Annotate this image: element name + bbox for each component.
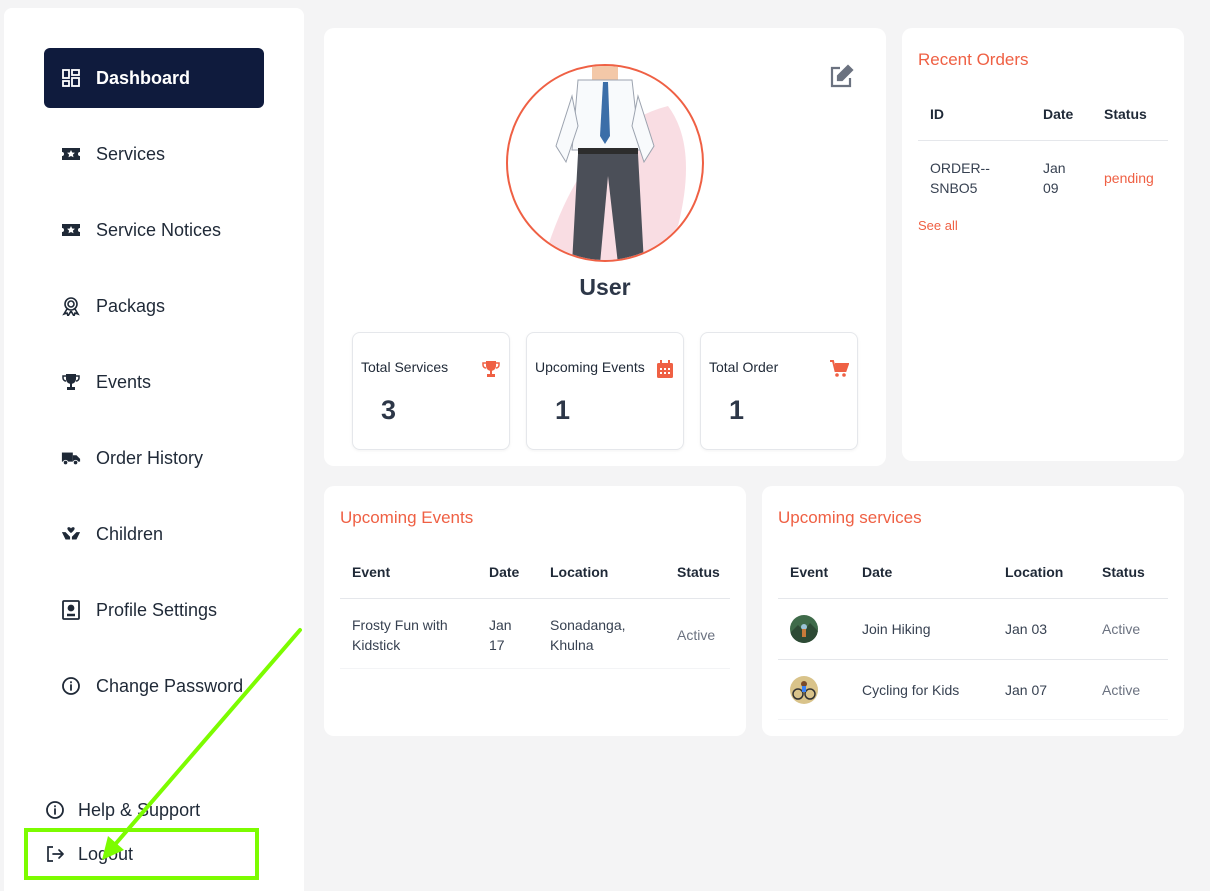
award-ribbon-icon: [60, 295, 82, 317]
event-date: Jan 17: [489, 615, 512, 655]
service-status: Active: [1102, 682, 1141, 698]
upcoming-events-title: Upcoming Events: [340, 508, 474, 527]
user-name: User: [579, 274, 631, 300]
stat-total-order: Total Order 1: [700, 332, 858, 450]
service-date: Jan 03: [1005, 621, 1048, 637]
help-support-label: Help & Support: [78, 799, 201, 820]
upcoming-services-card: Upcoming services Event Date Location St…: [762, 486, 1184, 736]
trophy-icon: [60, 371, 82, 393]
order-id-line: SNBO5: [930, 180, 978, 196]
sidebar-item-profile-settings[interactable]: Profile Settings: [44, 580, 264, 640]
upcoming-events-card: Upcoming Events Event Date Location Stat…: [324, 486, 746, 736]
stat-total-services: Total Services 3: [352, 332, 510, 450]
table-divider: [778, 598, 1168, 599]
table-divider: [778, 659, 1168, 660]
service-name[interactable]: Join Hiking: [862, 619, 930, 639]
hands-heart-icon: [60, 523, 82, 545]
column-header: Date: [1043, 106, 1074, 122]
event-name-line: Frosty Fun with: [352, 617, 448, 633]
stat-label: Total Services: [361, 359, 449, 375]
event-location-line: Khulna: [550, 637, 594, 653]
event-location-line: Sonadanga,: [550, 617, 626, 633]
avatar: [506, 64, 704, 262]
sidebar-item-dashboard[interactable]: Dashboard: [44, 48, 264, 108]
sidebar-item-packags[interactable]: Packags: [44, 276, 264, 336]
sidebar-item-order-history[interactable]: Order History: [44, 428, 264, 488]
help-support-link[interactable]: Help & Support: [44, 793, 200, 827]
sidebar-item-services[interactable]: Services: [44, 124, 264, 184]
ticket-star-icon: [60, 219, 82, 241]
recent-orders-title: Recent Orders: [918, 50, 1029, 69]
order-date: Jan 09: [1043, 158, 1066, 198]
sidebar-item-label: Profile Settings: [96, 599, 218, 620]
sidebar-item-label: Children: [96, 523, 164, 544]
event-status: Active: [677, 627, 716, 643]
service-date: Jan 07: [1005, 682, 1048, 698]
calendar-icon: [655, 359, 675, 379]
sidebar-item-label: Service Notices: [96, 219, 222, 240]
sidebar-item-service-notices[interactable]: Service Notices: [44, 200, 264, 260]
order-date-line: Jan: [1043, 160, 1066, 176]
annotation-highlight-box: [24, 828, 259, 880]
column-header: Status: [1102, 564, 1145, 580]
column-header: ID: [930, 106, 944, 122]
table-divider: [340, 668, 730, 669]
sidebar: Dashboard Services Service Notices Packa…: [4, 8, 304, 891]
event-name-line: Kidstick: [352, 637, 401, 653]
stat-label: Upcoming Events: [535, 359, 645, 375]
column-header: Status: [677, 564, 720, 580]
edit-profile-icon[interactable]: [828, 64, 854, 90]
service-thumbnail: [790, 676, 818, 704]
event-location: Sonadanga, Khulna: [550, 615, 626, 655]
column-header: Location: [550, 564, 609, 580]
stat-value: 3: [381, 395, 397, 425]
sidebar-item-label: Events: [96, 371, 152, 392]
sidebar-item-label: Order History: [96, 447, 204, 468]
info-circle-icon: [44, 799, 66, 821]
column-header: Status: [1104, 106, 1147, 122]
sidebar-item-label: Change Password: [96, 675, 244, 696]
trophy-icon: [481, 359, 501, 379]
table-divider: [918, 140, 1168, 141]
sidebar-item-label: Services: [96, 143, 166, 164]
sidebar-item-label: Dashboard: [96, 67, 191, 88]
sidebar-item-children[interactable]: Children: [44, 504, 264, 564]
see-all-link[interactable]: See all: [918, 218, 958, 233]
ticket-star-icon: [60, 143, 82, 165]
order-date-line: 09: [1043, 180, 1059, 196]
order-id-line: ORDER--: [930, 160, 990, 176]
stat-upcoming-events: Upcoming Events 1: [526, 332, 684, 450]
sidebar-item-events[interactable]: Events: [44, 352, 264, 412]
column-header: Event: [352, 564, 391, 580]
sidebar-item-label: Packags: [96, 295, 166, 316]
column-header: Date: [862, 564, 893, 580]
sidebar-item-change-password[interactable]: Change Password: [44, 656, 264, 716]
service-name[interactable]: Cycling for Kids: [862, 680, 959, 700]
profile-card: User Total Services 3 Upcoming Events 1 …: [324, 28, 886, 466]
column-header: Date: [489, 564, 520, 580]
order-status: pending: [1104, 170, 1154, 186]
upcoming-services-title: Upcoming services: [778, 508, 922, 527]
info-circle-icon: [60, 675, 82, 697]
stat-label: Total Order: [709, 359, 779, 375]
table-divider: [340, 598, 730, 599]
service-status: Active: [1102, 621, 1141, 637]
event-date-line: 17: [489, 637, 505, 653]
order-id: ORDER-- SNBO5: [930, 158, 990, 198]
stat-value: 1: [555, 395, 571, 425]
column-header: Event: [790, 564, 829, 580]
event-name[interactable]: Frosty Fun with Kidstick: [352, 615, 448, 655]
column-header: Location: [1005, 564, 1064, 580]
cart-icon: [829, 359, 850, 379]
stat-value: 1: [729, 395, 745, 425]
event-date-line: Jan: [489, 617, 512, 633]
table-divider: [778, 719, 1168, 720]
profile-card-icon: [60, 599, 82, 621]
dashboard-icon: [60, 67, 82, 89]
service-thumbnail: [790, 615, 818, 643]
truck-icon: [60, 447, 82, 469]
recent-orders-card: Recent Orders ID Date Status ORDER-- SNB…: [902, 28, 1184, 461]
